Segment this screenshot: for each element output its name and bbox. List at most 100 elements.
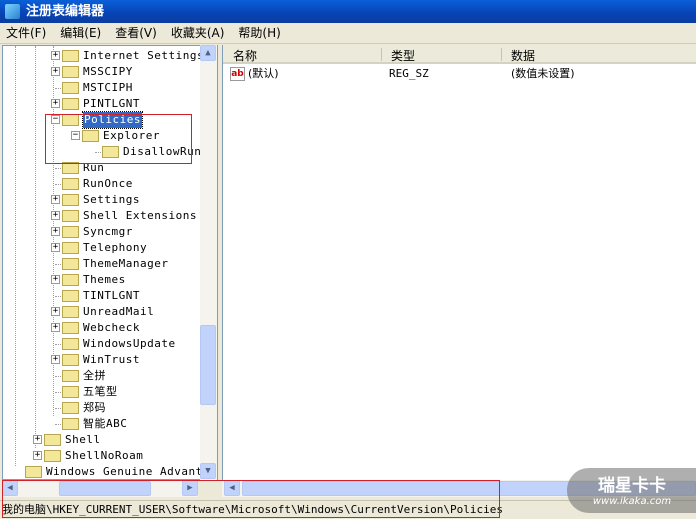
tree-item-label: 智能ABC [83, 417, 128, 430]
watermark-logo: 瑞星卡卡 www.ikaka.com [567, 468, 696, 513]
folder-icon [62, 290, 79, 302]
menu-bar: 文件(F) 编辑(E) 查看(V) 收藏夹(A) 帮助(H) [0, 23, 696, 44]
tree-item-label: 五笔型 [83, 385, 118, 398]
expand-icon[interactable]: + [33, 451, 42, 460]
tree-item-label: WinTrust [83, 353, 140, 366]
expand-icon[interactable]: + [51, 355, 60, 364]
highlight-box-path [2, 480, 500, 518]
tree-item-label: Settings [83, 193, 140, 206]
tree-item-label: ShellNoRoam [65, 449, 144, 462]
tree-item-label: RunOnce [83, 177, 133, 190]
column-name[interactable]: 名称 [233, 47, 257, 64]
folder-icon [62, 370, 79, 382]
tree-item[interactable]: + ShellNoRoam [3, 448, 203, 464]
tree-item[interactable]: WindowsUpdate [3, 336, 203, 352]
expand-icon[interactable]: + [51, 67, 60, 76]
window-title: 注册表编辑器 [26, 4, 105, 19]
folder-icon [25, 466, 42, 478]
tree-item-label: 郑码 [83, 401, 106, 414]
value-row[interactable]: ab (默认) REG_SZ (数值未设置) [223, 66, 696, 82]
tree-item-label: Syncmgr [83, 225, 133, 238]
menu-help[interactable]: 帮助(H) [238, 23, 280, 43]
folder-icon [62, 194, 79, 206]
tree-item-label: ThemeManager [83, 257, 169, 270]
tree-item[interactable]: 郑码 [3, 400, 203, 416]
menu-view[interactable]: 查看(V) [115, 23, 157, 43]
expand-icon[interactable]: + [51, 307, 60, 316]
expand-icon[interactable]: + [51, 323, 60, 332]
tree-item[interactable]: + Themes [3, 272, 203, 288]
expand-icon[interactable]: + [51, 243, 60, 252]
column-data[interactable]: 数据 [511, 47, 535, 64]
tree-item[interactable]: + Webcheck [3, 320, 203, 336]
scroll-up-button[interactable]: ▲ [200, 45, 216, 61]
folder-icon [62, 338, 79, 350]
menu-favorites[interactable]: 收藏夹(A) [171, 23, 225, 43]
values-list[interactable]: 名称 类型 数据 ab (默认) REG_SZ (数值未设置) [222, 45, 696, 480]
expand-icon[interactable]: + [51, 275, 60, 284]
regedit-icon [5, 4, 20, 19]
value-data: (数值未设置) [511, 67, 575, 80]
tree-item[interactable]: + PINTLGNT [3, 96, 203, 112]
folder-icon [62, 178, 79, 190]
folder-icon [62, 354, 79, 366]
folder-icon [44, 434, 61, 446]
tree-item-label: Shell [65, 433, 101, 446]
folder-icon [62, 66, 79, 78]
folder-icon [44, 450, 61, 462]
expand-icon[interactable]: + [51, 211, 60, 220]
list-header: 名称 类型 数据 [223, 45, 696, 64]
tree-item[interactable]: + Telephony [3, 240, 203, 256]
tree-item-label: UnreadMail [83, 305, 155, 318]
highlight-box-tree [45, 114, 192, 164]
tree-item[interactable]: + MSSCIPY [3, 64, 203, 80]
tree-item[interactable]: 全拼 [3, 368, 203, 384]
tree-vertical-scrollbar[interactable]: ▲ ▼ [200, 45, 217, 480]
scroll-thumb[interactable] [200, 325, 216, 405]
tree-item[interactable]: + Shell [3, 432, 203, 448]
tree-item-label: Windows Genuine Advantage [46, 465, 218, 478]
tree-item-label: MSTCIPH [83, 81, 133, 94]
tree-item[interactable]: ThemeManager [3, 256, 203, 272]
tree-item[interactable]: + UnreadMail [3, 304, 203, 320]
tree-item[interactable]: + Syncmgr [3, 224, 203, 240]
value-name: (默认) [248, 67, 279, 80]
folder-icon [62, 322, 79, 334]
scroll-down-button[interactable]: ▼ [200, 463, 216, 479]
tree-item[interactable]: + Shell Extensions [3, 208, 203, 224]
column-type[interactable]: 类型 [391, 47, 415, 64]
tree-item[interactable]: 智能ABC [3, 416, 203, 432]
tree-item-label: Internet Settings [83, 49, 205, 62]
folder-icon [62, 82, 79, 94]
tree-item[interactable]: TINTLGNT [3, 288, 203, 304]
tree-item[interactable]: Windows Genuine Advantage [3, 464, 217, 479]
folder-icon [62, 50, 79, 62]
tree-item[interactable]: 五笔型 [3, 384, 203, 400]
tree-item-label: WindowsUpdate [83, 337, 176, 350]
expand-icon[interactable]: + [51, 51, 60, 60]
menu-file[interactable]: 文件(F) [6, 23, 46, 43]
expand-icon[interactable]: + [33, 435, 42, 444]
tree-item-label: Telephony [83, 241, 148, 254]
folder-icon [62, 258, 79, 270]
folder-icon [62, 402, 79, 414]
folder-icon [62, 274, 79, 286]
folder-icon [62, 386, 79, 398]
expand-icon[interactable]: + [51, 227, 60, 236]
tree-item[interactable]: MSTCIPH [3, 80, 203, 96]
tree-item-label: MSSCIPY [83, 65, 133, 78]
tree-item[interactable]: RunOnce [3, 176, 203, 192]
menu-edit[interactable]: 编辑(E) [60, 23, 101, 43]
value-type: REG_SZ [389, 67, 429, 80]
tree-item[interactable]: + WinTrust [3, 352, 203, 368]
tree-item[interactable]: + Settings [3, 192, 203, 208]
key-tree[interactable]: + Internet Settings + MSSCIPY MSTCIPH + PINTLG… [2, 45, 218, 480]
string-value-icon: ab [230, 67, 245, 81]
tree-item-label: Themes [83, 273, 126, 286]
tree-item[interactable]: + Internet Settings [3, 48, 205, 64]
expand-icon[interactable]: + [51, 195, 60, 204]
expand-icon[interactable]: + [51, 99, 60, 108]
tree-item-label: 全拼 [83, 369, 106, 382]
folder-icon [62, 210, 79, 222]
folder-icon [62, 242, 79, 254]
